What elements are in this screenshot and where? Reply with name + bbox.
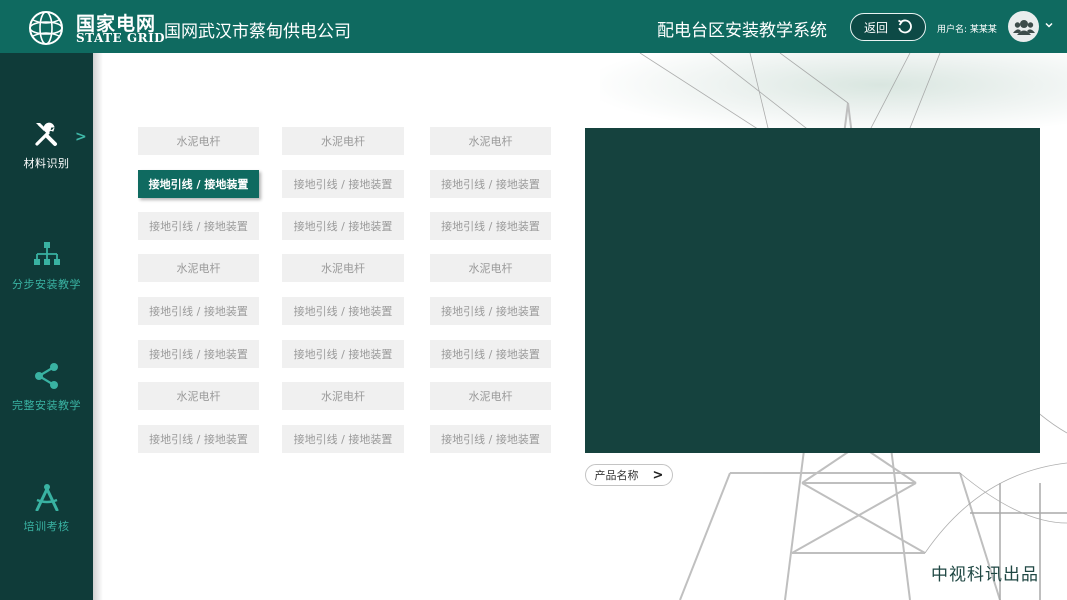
material-button[interactable]: 接地引线 / 接地装置 <box>430 170 551 198</box>
username-label: 用户名: 某某某 <box>937 25 997 35</box>
state-grid-logo-icon <box>29 11 63 45</box>
sidebar-item-step-install[interactable]: 分步安装教学 <box>0 240 93 320</box>
product-name-button[interactable]: 产品名称 > <box>585 464 673 486</box>
material-button[interactable]: 水泥电杆 <box>430 382 551 410</box>
material-button[interactable]: 水泥电杆 <box>138 254 259 282</box>
material-button[interactable]: 水泥电杆 <box>138 127 259 155</box>
top-header: 国家电网 STATE GRID 国网武汉市蔡甸供电公司 配电台区安装教学系统 返… <box>0 0 1067 53</box>
sidebar-item-label: 材料识别 <box>23 157 70 170</box>
sidebar-item-label: 培训考核 <box>23 520 70 533</box>
sidebar-item-full-install[interactable]: 完整安装教学 <box>0 361 93 441</box>
sidebar: 材料识别 > 分步安装教学 完整安装教学 培训考核 <box>0 53 93 600</box>
compass-icon <box>32 482 62 512</box>
material-button[interactable]: 水泥电杆 <box>138 382 259 410</box>
model-preview-panel[interactable] <box>585 128 1040 453</box>
company-name: 国网武汉市蔡甸供电公司 <box>164 22 351 42</box>
material-button[interactable]: 接地引线 / 接地装置 <box>138 340 259 368</box>
share-icon <box>32 361 62 391</box>
material-button[interactable]: 水泥电杆 <box>430 254 551 282</box>
material-button[interactable]: 接地引线 / 接地装置 <box>282 425 404 453</box>
users-icon <box>1012 19 1035 35</box>
chevron-down-icon[interactable] <box>1044 20 1054 30</box>
material-button[interactable]: 接地引线 / 接地装置 <box>282 212 404 240</box>
material-button[interactable]: 水泥电杆 <box>282 382 404 410</box>
tools-icon <box>32 119 62 149</box>
material-button[interactable]: 接地引线 / 接地装置 <box>282 170 404 198</box>
active-arrow-icon: > <box>75 129 87 145</box>
material-button[interactable]: 接地引线 / 接地装置 <box>138 170 259 198</box>
material-button[interactable]: 接地引线 / 接地装置 <box>430 212 551 240</box>
back-button-label: 返回 <box>863 20 888 35</box>
material-button[interactable]: 接地引线 / 接地装置 <box>430 297 551 325</box>
system-title: 配电台区安装教学系统 <box>657 21 827 41</box>
material-button[interactable]: 接地引线 / 接地装置 <box>138 297 259 325</box>
material-button[interactable]: 接地引线 / 接地装置 <box>282 297 404 325</box>
hierarchy-icon <box>32 240 62 270</box>
avatar[interactable] <box>1008 11 1039 42</box>
sidebar-item-training-exam[interactable]: 培训考核 <box>0 482 93 562</box>
material-button[interactable]: 接地引线 / 接地装置 <box>282 340 404 368</box>
material-button[interactable]: 接地引线 / 接地装置 <box>430 340 551 368</box>
material-button[interactable]: 水泥电杆 <box>430 127 551 155</box>
material-button[interactable]: 水泥电杆 <box>282 254 404 282</box>
footer-brand: 中视科讯出品 <box>931 565 1039 585</box>
material-button[interactable]: 接地引线 / 接地装置 <box>138 212 259 240</box>
product-name-label: 产品名称 <box>594 469 639 482</box>
sidebar-shadow <box>93 53 103 600</box>
material-button[interactable]: 水泥电杆 <box>282 127 404 155</box>
logo-text-en: STATE GRID <box>76 31 166 45</box>
undo-icon <box>898 19 912 34</box>
back-button[interactable]: 返回 <box>850 13 926 41</box>
material-button[interactable]: 接地引线 / 接地装置 <box>138 425 259 453</box>
chevron-right-icon: > <box>652 467 664 483</box>
material-button[interactable]: 接地引线 / 接地装置 <box>430 425 551 453</box>
sidebar-item-label: 分步安装教学 <box>12 278 81 291</box>
sidebar-item-label: 完整安装教学 <box>12 399 81 412</box>
